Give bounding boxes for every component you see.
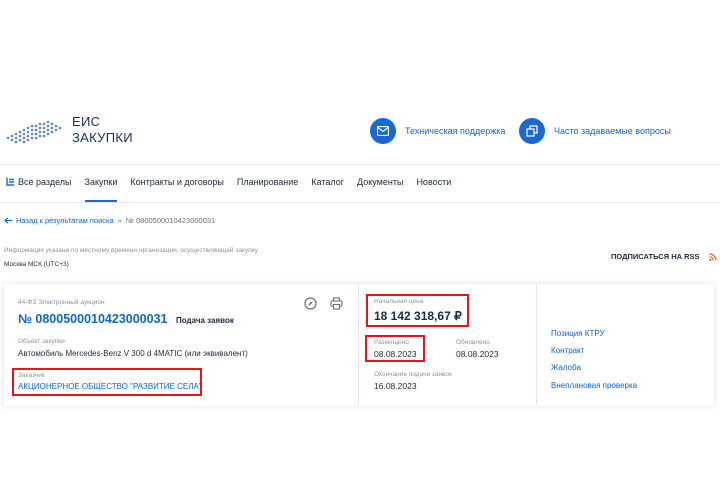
nav-tab-documents[interactable]: Документы: [357, 172, 403, 202]
mail-icon: [370, 118, 396, 144]
link-unscheduled-inspection[interactable]: Внеплановая проверка: [551, 381, 637, 390]
link-ktru-position[interactable]: Позиция КТРУ: [551, 329, 605, 338]
back-label: Назад к результатам поиска: [16, 216, 114, 225]
header-divider: [0, 164, 720, 165]
logo-text: ЕИС ЗАКУПКИ: [72, 114, 133, 146]
link-complaint[interactable]: Жалоба: [551, 363, 581, 372]
nav-tab-contracts[interactable]: Контракты и договоры: [130, 172, 224, 202]
back-to-results-link[interactable]: Назад к результатам поиска: [4, 216, 114, 225]
rss-icon: [708, 252, 717, 261]
highlight-price: [366, 294, 469, 327]
deadline-label: Окончание подачи заявок: [374, 371, 452, 378]
logo-line-1: ЕИС: [72, 114, 101, 129]
breadcrumb-separator: »: [117, 216, 122, 225]
eis-logo[interactable]: ЕИС ЗАКУПКИ: [4, 112, 134, 152]
sections-icon: [6, 177, 14, 186]
logo-line-2: ЗАКУПКИ: [72, 130, 133, 145]
subscribe-rss-button[interactable]: ПОДПИСАТЬСЯ НА RSS: [611, 252, 717, 261]
nav-tab-catalog[interactable]: Каталог: [311, 172, 344, 202]
highlight-posted: [365, 335, 425, 362]
nav-all-sections-label: Все разделы: [18, 177, 72, 187]
arrow-left-icon: [4, 217, 13, 224]
updated-value: 08.08.2023: [456, 349, 499, 359]
card-divider-2: [536, 284, 537, 406]
timezone-value: Москва МСК (UTC+3): [4, 261, 69, 268]
copy-icon: [519, 118, 545, 144]
nav-divider: [0, 202, 720, 203]
breadcrumb: Назад к результатам поиска » № 080050001…: [4, 216, 215, 225]
compass-icon[interactable]: [304, 297, 317, 310]
subscribe-rss-label: ПОДПИСАТЬСЯ НА RSS: [611, 252, 700, 261]
deadline-value: 16.08.2023: [374, 381, 417, 391]
support-link[interactable]: Техническая поддержка: [370, 118, 505, 144]
russia-map-icon: [6, 120, 62, 144]
highlight-customer: [12, 368, 202, 396]
object-value: Автомобиль Mercedes-Benz V 300 d 4MATIC …: [18, 349, 248, 358]
support-label: Техническая поддержка: [405, 126, 506, 136]
procurement-card: 44-ФЗ Электронный аукцион № 080050001042…: [4, 284, 714, 406]
updated-label: Обновлено: [456, 339, 490, 346]
nav-tab-news[interactable]: Новости: [416, 172, 451, 202]
faq-label: Часто задаваемые вопросы: [554, 126, 671, 136]
timezone-info: Информация указана по местному времени о…: [4, 247, 258, 254]
print-icon[interactable]: [330, 297, 343, 310]
status-badge: Подача заявок: [176, 316, 234, 325]
faq-link[interactable]: Часто задаваемые вопросы: [519, 118, 671, 144]
law-type: 44-ФЗ Электронный аукцион: [18, 299, 105, 306]
nav-tab-purchases[interactable]: Закупки: [84, 172, 118, 202]
main-nav: Все разделы Закупки Контракты и договоры…: [6, 172, 464, 202]
link-contract[interactable]: Контракт: [551, 346, 584, 355]
object-label: Объект закупки: [18, 338, 65, 345]
nav-all-sections[interactable]: Все разделы: [6, 172, 72, 202]
card-divider-1: [358, 284, 359, 406]
nav-tab-planning[interactable]: Планирование: [237, 172, 298, 202]
procurement-number-link[interactable]: № 0800500010423000031: [18, 312, 168, 326]
breadcrumb-current: № 0800500010423000031: [125, 216, 216, 225]
